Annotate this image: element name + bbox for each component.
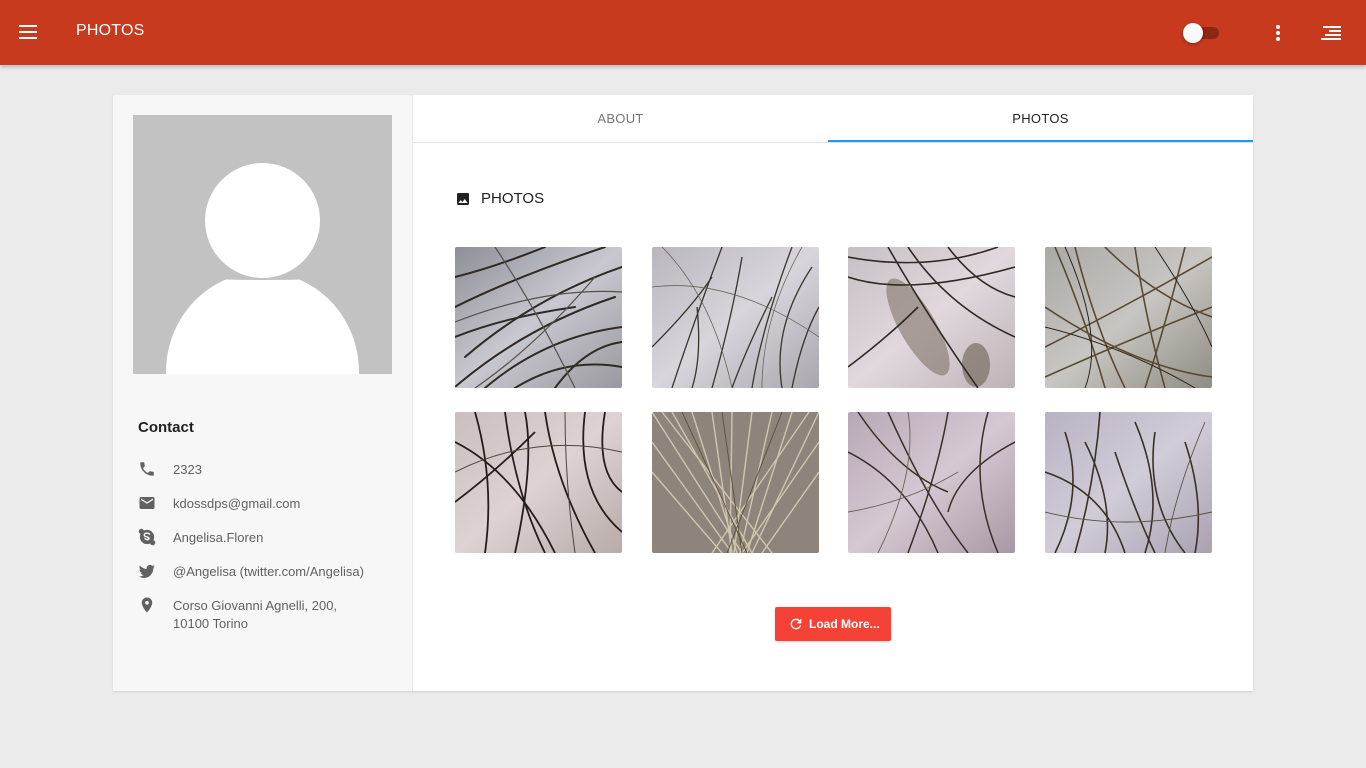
photo-thumbnail[interactable] xyxy=(455,412,622,553)
photo-thumbnail[interactable] xyxy=(652,247,819,388)
app-bar: PHOTOS xyxy=(0,0,1366,65)
email-text[interactable]: kdossdps@gmail.com xyxy=(173,495,300,513)
photo-thumbnail[interactable] xyxy=(1045,247,1212,388)
skype-text: Angelisa.Floren xyxy=(173,530,264,545)
toggle-knob xyxy=(1183,23,1203,43)
image-icon xyxy=(457,193,469,205)
tab-bar: ABOUT PHOTOS xyxy=(413,95,1253,143)
menu-icon[interactable] xyxy=(16,20,42,44)
person-placeholder-icon xyxy=(133,115,392,374)
photos-section-title: PHOTOS xyxy=(481,190,545,207)
sort-icon[interactable] xyxy=(1318,20,1344,46)
tab-about[interactable]: ABOUT xyxy=(413,95,828,143)
photo-thumbnail[interactable] xyxy=(652,412,819,553)
address-line-2: 10100 Torino xyxy=(173,616,248,631)
twitter-icon xyxy=(138,564,155,578)
contact-heading: Contact xyxy=(138,419,194,436)
profile-card: Contact 2323 kdossdps@gmail.com Angelisa… xyxy=(113,95,1253,691)
refresh-icon xyxy=(790,618,802,630)
photo-thumbnail[interactable] xyxy=(1045,412,1212,553)
email-icon xyxy=(139,497,155,509)
location-icon xyxy=(141,597,153,613)
phone-icon xyxy=(140,462,154,476)
phone-text: 2323 xyxy=(173,462,202,477)
photos-panel: ABOUT PHOTOS PHOTOS Load More... xyxy=(413,95,1253,691)
more-vert-icon[interactable] xyxy=(1266,20,1290,46)
tab-indicator xyxy=(828,140,1253,142)
photo-thumbnail[interactable] xyxy=(848,412,1015,553)
profile-sidebar: Contact 2323 kdossdps@gmail.com Angelisa… xyxy=(113,95,413,691)
skype-icon xyxy=(138,528,156,546)
app-title: PHOTOS xyxy=(76,22,145,39)
tab-photos[interactable]: PHOTOS xyxy=(828,95,1253,143)
photo-thumbnail[interactable] xyxy=(455,247,622,388)
load-more-label: Load More... xyxy=(809,617,880,631)
theme-toggle[interactable] xyxy=(1183,22,1221,44)
address-line-1: Corso Giovanni Agnelli, 200, xyxy=(173,598,338,613)
photo-thumbnail[interactable] xyxy=(848,247,1015,388)
load-more-button[interactable]: Load More... xyxy=(775,607,891,641)
twitter-text[interactable]: @Angelisa (twitter.com/Angelisa) xyxy=(173,563,364,581)
